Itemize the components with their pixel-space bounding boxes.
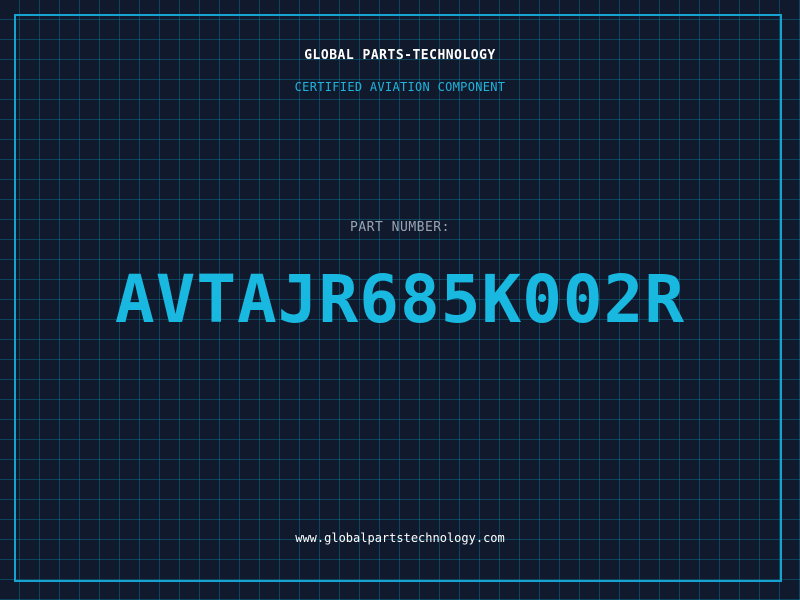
company-name: GLOBAL PARTS-TECHNOLOGY [304,48,496,63]
part-number-value: AVTAJR685K002R [114,261,686,338]
part-number-label: PART NUMBER: [350,220,450,235]
website-url: www.globalpartstechnology.com [295,531,505,545]
certification-subtitle: CERTIFIED AVIATION COMPONENT [294,80,506,94]
